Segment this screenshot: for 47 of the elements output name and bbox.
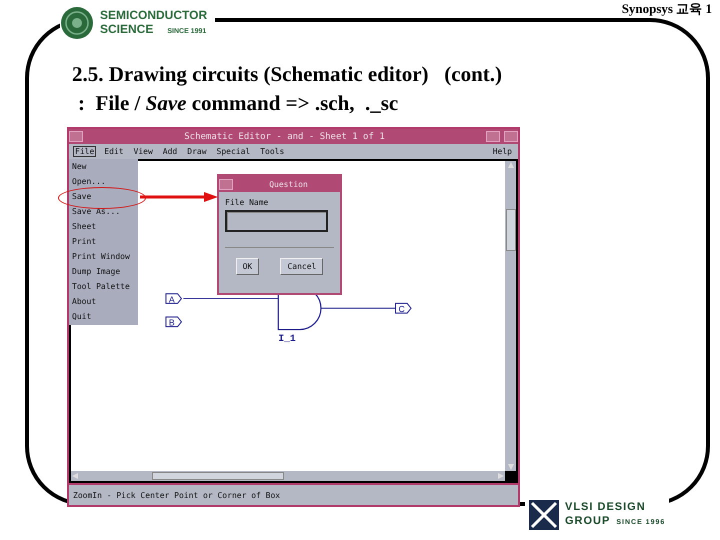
menu-item[interactable]: Tools [258,146,286,157]
dialog-title: Question [268,180,309,188]
menu-item[interactable]: Sheet [72,221,135,233]
menu-item[interactable]: Add [160,146,180,157]
window-menu-button[interactable] [219,178,233,190]
field-label: File Name [225,198,270,207]
menu-item[interactable]: Save [72,191,135,203]
scroll-up-icon[interactable] [506,161,514,169]
menu-item[interactable]: Print Window [72,251,135,263]
scroll-thumb[interactable] [152,472,284,480]
slide-title: 2.5. Drawing circuits (Schematic editor) (cont.) [72,61,502,88]
menu-item[interactable]: About [72,296,135,308]
menu-item[interactable]: Quit [72,311,135,323]
input-port: A [165,293,182,304]
menu-item[interactable]: Save As... [72,206,135,218]
status-bar: ZoomIn - Pick Center Point or Corner of Box [69,485,518,505]
menu-item[interactable]: Tool Palette [72,281,135,293]
minimize-button[interactable] [486,131,500,142]
menu-item[interactable]: File [73,146,96,157]
menu-item[interactable]: Print [72,236,135,248]
window-menu-button[interactable] [69,131,83,142]
dialog-button[interactable]: Cancel [280,258,324,275]
menu-item[interactable]: Help [490,146,514,157]
window-title: Schematic Editor - and - Sheet 1 of 1 [183,132,386,142]
vertical-scrollbar[interactable] [505,161,516,471]
logo-text: SCIENCE [100,22,154,36]
menu-item[interactable]: Special [214,146,252,157]
maximize-button[interactable] [504,131,518,142]
input-port: B [165,316,182,328]
file-name-field[interactable] [225,210,328,232]
instance-label: I_1 [278,333,296,344]
menu-item[interactable]: Open... [72,176,135,188]
menu-item[interactable]: Dump Image [72,266,135,278]
menu-item[interactable]: Edit [102,146,126,157]
dialog-button[interactable]: OK [236,258,260,275]
seal-logo-icon [60,6,94,40]
slide-subtitle: : File / Save command => .sch, ._sc [77,90,400,117]
logo-text: VLSI DESIGN [565,501,646,513]
scroll-thumb[interactable] [506,209,516,251]
logo-text: GROUP [565,514,610,528]
menu-item[interactable]: View [132,146,155,157]
horizontal-scrollbar[interactable] [71,471,505,481]
output-port: C [395,302,412,314]
menu-item[interactable]: New [72,161,135,173]
scroll-down-icon[interactable] [506,463,514,471]
menu-item[interactable]: Draw [185,146,209,157]
logo-text: SEMICONDUCTOR [100,8,208,22]
